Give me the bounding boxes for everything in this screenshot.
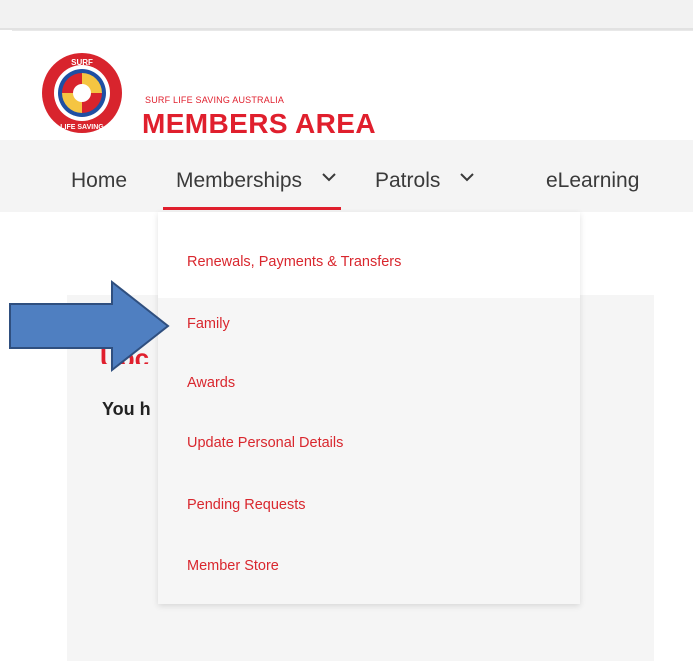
- surf-life-saving-logo-icon[interactable]: SURF LIFE SAVING: [40, 51, 124, 135]
- nav-item-label: eLearning: [546, 169, 640, 192]
- nav-item-label: Patrols: [375, 169, 441, 192]
- nav-item-elearning[interactable]: eLearning: [546, 140, 639, 212]
- nav-item-label: Memberships: [176, 169, 303, 192]
- menu-item-family[interactable]: Family: [187, 316, 230, 332]
- main-nav: Home Memberships Patrols eLearning: [0, 140, 693, 212]
- memberships-dropdown-menu: Renewals, Payments & Transfers Family Aw…: [158, 212, 580, 604]
- menu-item-update-personal-details[interactable]: Update Personal Details: [187, 435, 343, 451]
- svg-text:SURF: SURF: [71, 58, 93, 67]
- nav-item-home[interactable]: Home: [71, 140, 127, 212]
- site-header: SURF LIFE SAVING SURF LIFE SAVING AUSTRA…: [0, 32, 693, 140]
- menu-item-renewals[interactable]: Renewals, Payments & Transfers: [187, 254, 401, 270]
- chevron-down-icon: [460, 173, 474, 182]
- menu-item-pending-requests[interactable]: Pending Requests: [187, 497, 306, 513]
- active-nav-indicator: [163, 207, 341, 210]
- brand-title[interactable]: MEMBERS AREA: [142, 110, 376, 138]
- right-arrow-icon: [9, 279, 170, 373]
- browser-top-strip: [0, 0, 693, 31]
- brand-subtitle: SURF LIFE SAVING AUSTRALIA: [145, 95, 285, 105]
- nav-item-memberships[interactable]: Memberships: [176, 140, 336, 212]
- nav-item-label: Home: [71, 169, 128, 192]
- menu-item-awards[interactable]: Awards: [187, 375, 235, 391]
- chevron-down-icon: [322, 173, 336, 182]
- nav-item-patrols[interactable]: Patrols: [375, 140, 474, 212]
- svg-text:LIFE SAVING: LIFE SAVING: [60, 124, 104, 131]
- menu-item-member-store[interactable]: Member Store: [187, 558, 279, 574]
